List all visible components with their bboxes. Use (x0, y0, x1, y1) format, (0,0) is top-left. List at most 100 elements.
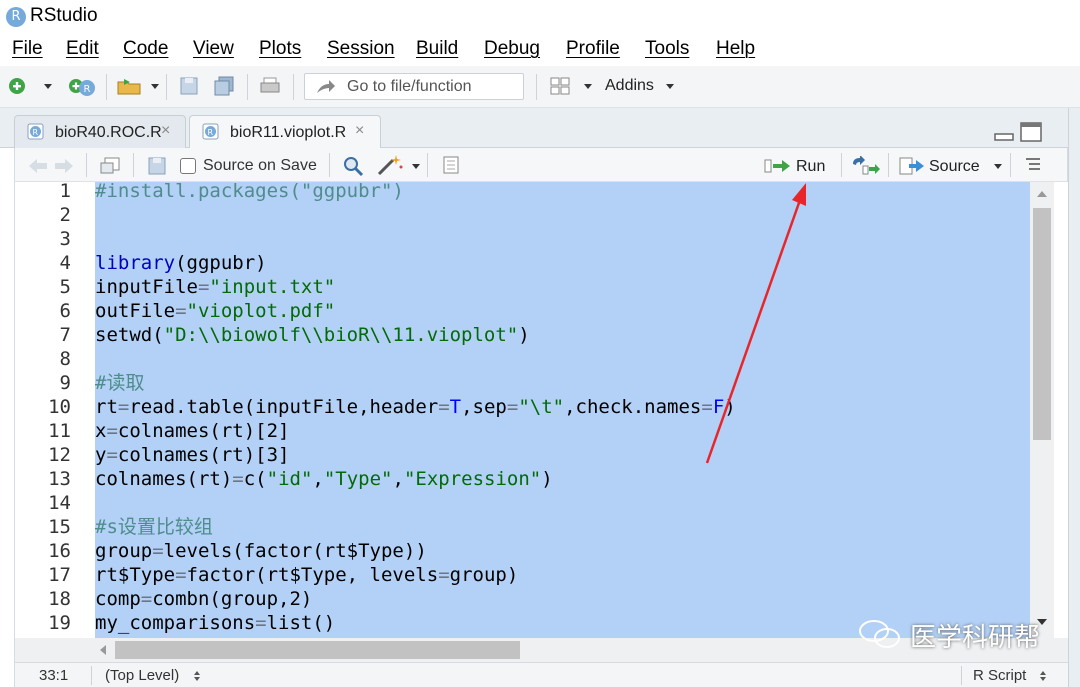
new-file-icon[interactable] (7, 75, 29, 97)
editor-toolbar: Source on Save Run Source (14, 148, 1068, 182)
menu-tools[interactable]: Tools (645, 38, 689, 60)
rerun-icon[interactable] (851, 156, 881, 176)
code-token: "id" (266, 468, 313, 490)
editor-tab-bar: R bioR40.ROC.R × R bioR11.vioplot.R × (0, 108, 1068, 149)
search-icon[interactable] (342, 155, 364, 177)
run-button[interactable]: Run (796, 158, 825, 176)
toolbar-separator (106, 74, 107, 100)
code-token: colnames(rt)[3] (117, 444, 290, 466)
menu-debug[interactable]: Debug (484, 38, 540, 60)
menu-help[interactable]: Help (716, 38, 755, 60)
line-number: 8 (59, 348, 71, 370)
status-divider (961, 666, 962, 685)
right-pane-edge (1068, 108, 1080, 687)
grid-layout-icon[interactable] (549, 75, 571, 97)
code-token: (ggpubr) (175, 252, 267, 274)
toolbar-separator (427, 153, 428, 177)
status-divider (91, 666, 92, 685)
code-token: ,sep (461, 396, 507, 418)
code-line: rt$Type=factor(rt$Type, levels=group) (95, 563, 518, 587)
tab-bior40-roc[interactable]: R bioR40.ROC.R × (14, 115, 186, 149)
save-icon[interactable] (178, 75, 200, 97)
code-token: #读取 (95, 372, 145, 394)
horizontal-scroll-thumb[interactable] (115, 641, 520, 659)
run-arrow-icon[interactable] (764, 157, 792, 175)
code-line: group=levels(factor(rt$Type)) (95, 539, 427, 563)
minimize-icon[interactable] (994, 126, 1014, 142)
r-file-icon: R (202, 123, 219, 140)
print-icon[interactable] (259, 75, 281, 97)
line-number: 12 (48, 444, 71, 466)
tab-bior11-vioplot[interactable]: R bioR11.vioplot.R × (189, 115, 381, 149)
source-icon[interactable] (899, 156, 925, 176)
source-on-save-checkbox[interactable] (180, 158, 196, 174)
code-token: my_comparisons (95, 612, 256, 634)
vertical-scroll-thumb[interactable] (1033, 208, 1051, 440)
notebook-icon[interactable] (441, 155, 461, 175)
outline-icon[interactable] (1024, 156, 1042, 174)
scroll-left-icon[interactable] (99, 644, 107, 656)
status-bar: 33:1 (Top Level) R Script (14, 662, 1068, 687)
menu-edit[interactable]: Edit (66, 38, 99, 60)
source-button[interactable]: Source (929, 158, 980, 176)
code-token: , (312, 468, 324, 490)
close-tab-icon[interactable]: × (161, 122, 170, 140)
code-token: read.table(inputFile,header (129, 396, 439, 418)
goto-arrow-icon (317, 80, 335, 93)
filetype-updown-icon[interactable] (1039, 670, 1047, 682)
code-token: "vioplot.pdf" (186, 300, 336, 322)
maximize-icon[interactable] (1020, 122, 1042, 142)
file-type-selector[interactable]: R Script (973, 667, 1026, 684)
menu-bar: File Edit Code View Plots Session Build … (0, 34, 1080, 66)
menu-plots[interactable]: Plots (259, 38, 301, 60)
menu-file[interactable]: File (12, 38, 43, 60)
code-token: #install.packages("ggpubr") (95, 182, 404, 202)
scroll-up-icon[interactable] (1036, 190, 1048, 198)
magic-wand-icon[interactable] (376, 153, 404, 177)
goto-file-input[interactable]: Go to file/function (304, 73, 524, 100)
show-in-window-icon[interactable] (99, 156, 121, 176)
code-token: = (106, 420, 118, 442)
menu-code[interactable]: Code (123, 38, 168, 60)
vertical-scrollbar[interactable] (1030, 182, 1054, 638)
menu-profile[interactable]: Profile (566, 38, 620, 60)
new-project-icon[interactable]: R (68, 75, 98, 97)
code-line: #install.packages("ggpubr") (95, 182, 404, 203)
addins-dropdown-icon[interactable] (666, 84, 674, 89)
save-icon[interactable] (147, 156, 167, 176)
code-line: inputFile="input.txt" (95, 275, 335, 299)
scope-selector[interactable]: (Top Level) (105, 667, 179, 684)
line-number: 9 (59, 372, 71, 394)
source-dropdown-icon[interactable] (994, 164, 1002, 169)
toolbar-separator (841, 153, 842, 177)
new-file-dropdown-icon[interactable] (44, 84, 52, 89)
rstudio-logo-icon: R (6, 7, 26, 27)
code-token: ) (724, 396, 736, 418)
menu-view[interactable]: View (193, 38, 234, 60)
code-tools-dropdown-icon[interactable] (412, 164, 420, 169)
code-token: inputFile (95, 276, 198, 298)
toolbar-separator (133, 153, 134, 177)
open-folder-icon[interactable] (116, 75, 146, 97)
r-file-icon: R (27, 123, 44, 140)
close-tab-icon[interactable]: × (355, 122, 364, 140)
menu-build[interactable]: Build (416, 38, 458, 60)
line-number: 19 (48, 612, 71, 634)
goto-file-placeholder: Go to file/function (347, 78, 472, 95)
code-token: levels(factor(rt$Type)) (163, 540, 427, 562)
scope-updown-icon[interactable] (193, 670, 201, 682)
menu-session[interactable]: Session (327, 38, 395, 60)
line-number: 6 (59, 300, 71, 322)
line-number: 13 (48, 468, 71, 490)
save-all-icon[interactable] (213, 75, 235, 97)
back-forward-icon[interactable] (27, 157, 75, 175)
layout-dropdown-icon[interactable] (584, 84, 592, 89)
toolbar-separator (86, 153, 87, 177)
code-editor[interactable]: 1234567891011121314151617181920 #install… (14, 182, 1068, 638)
code-token: colnames(rt)[2] (117, 420, 290, 442)
code-token: = (701, 396, 713, 418)
code-token: F (712, 396, 725, 418)
addins-menu[interactable]: Addins (605, 77, 654, 95)
code-token: group) (449, 564, 519, 586)
open-dropdown-icon[interactable] (151, 84, 159, 89)
